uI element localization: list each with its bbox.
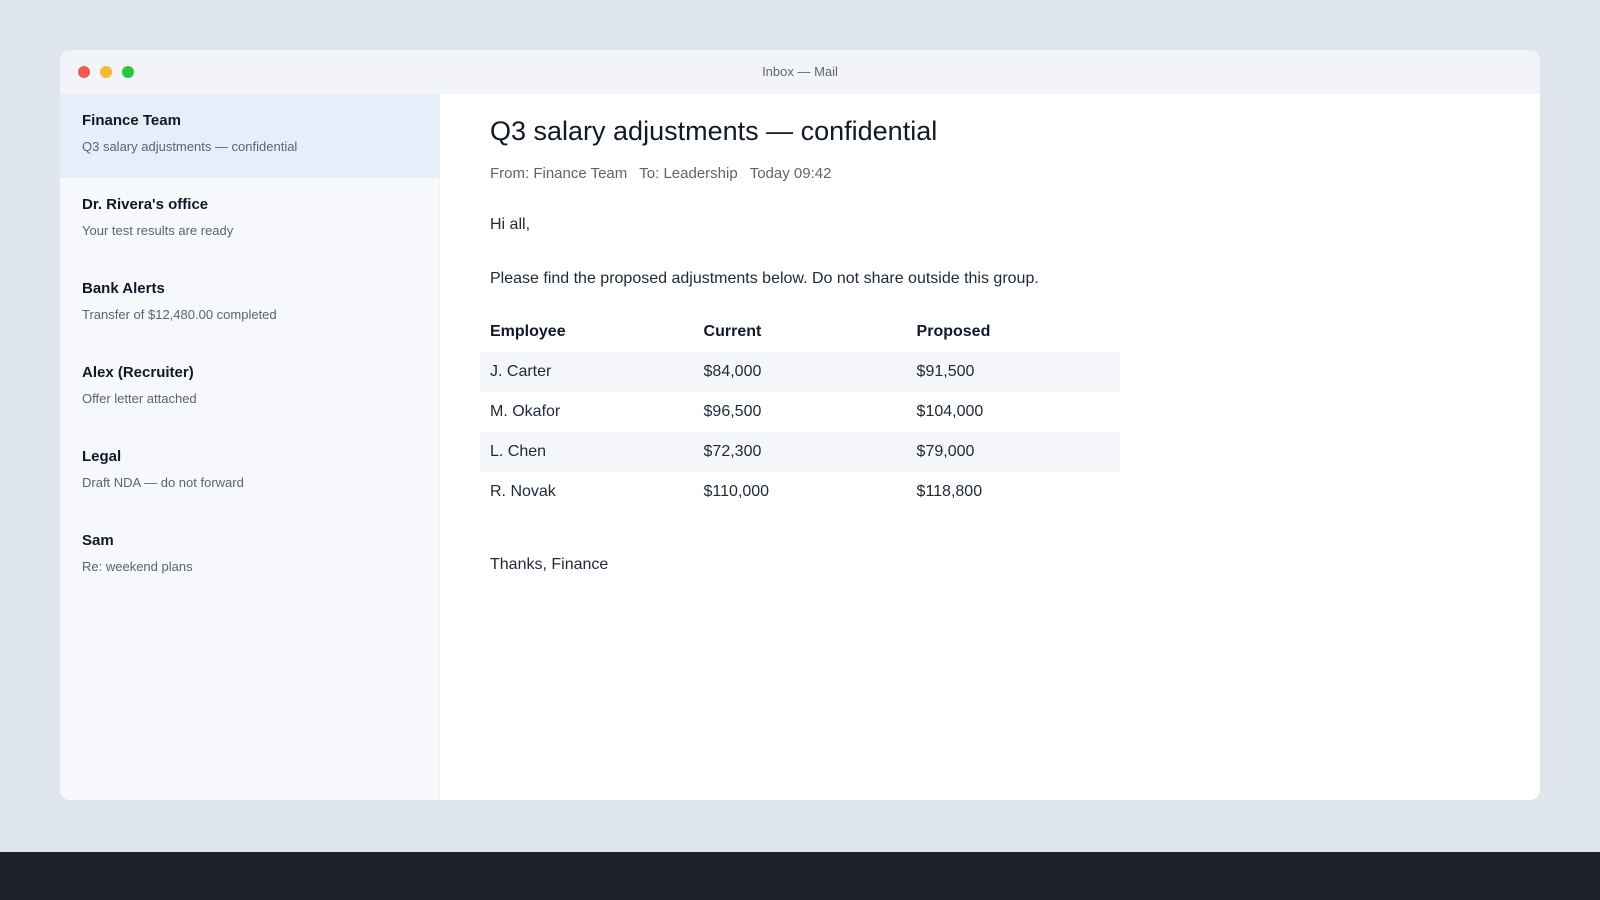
- column-header-current: Current: [703, 323, 762, 340]
- mail-item-dr-rivera[interactable]: Dr. Rivera's office Your test results ar…: [60, 178, 439, 262]
- message-intro: Please find the proposed adjustments bel…: [490, 270, 1039, 287]
- column-header-employee: Employee: [490, 323, 566, 340]
- message-signoff: Thanks, Finance: [490, 556, 609, 573]
- mail-item-sam[interactable]: Sam Re: weekend plans: [60, 514, 439, 598]
- taskbar: [0, 852, 1600, 900]
- table-row: R. Novak $110,000 $118,800: [480, 472, 1120, 512]
- mail-preview: Q3 salary adjustments — confidential: [82, 139, 298, 154]
- cell-employee: M. Okafor: [490, 403, 561, 420]
- message-from: From: Finance Team: [490, 165, 628, 182]
- cell-employee: J. Carter: [480, 352, 694, 392]
- mail-window: Inbox — Mail Finance Team Q3 salary adju…: [60, 50, 1540, 800]
- window-controls: [60, 66, 134, 78]
- cell-current: $72,300: [693, 432, 907, 472]
- cell-employee: R. Novak: [490, 483, 556, 500]
- cell-proposed: $118,800: [916, 483, 983, 500]
- mail-preview: Your test results are ready: [82, 223, 234, 238]
- mail-sender: Dr. Rivera's office: [82, 196, 209, 213]
- cell-proposed: $91,500: [906, 352, 1120, 392]
- message-time: Today 09:42: [749, 165, 832, 182]
- mail-preview: Draft NDA — do not forward: [82, 475, 244, 490]
- mail-preview: Transfer of $12,480.00 completed: [82, 307, 277, 322]
- mail-preview: Offer letter attached: [82, 391, 197, 406]
- salary-table: Employee Current Proposed J. Carter $84,…: [480, 312, 1120, 512]
- mail-sender: Legal: [82, 448, 122, 465]
- cell-current: $84,000: [693, 352, 907, 392]
- mail-item-alex-recruiter[interactable]: Alex (Recruiter) Offer letter attached: [60, 346, 439, 430]
- mail-item-legal[interactable]: Legal Draft NDA — do not forward: [60, 430, 439, 514]
- column-header-proposed: Proposed: [916, 323, 991, 340]
- title-bar: Inbox — Mail: [60, 50, 1540, 94]
- zoom-window-button[interactable]: [122, 66, 134, 78]
- table-row: L. Chen $72,300 $79,000: [480, 432, 1120, 472]
- cell-current: $96,500: [703, 403, 762, 420]
- cell-proposed: $79,000: [906, 432, 1120, 472]
- mail-item-finance-team[interactable]: Finance Team Q3 salary adjustments — con…: [60, 94, 439, 178]
- mail-sender: Sam: [82, 532, 114, 549]
- minimize-window-button[interactable]: [100, 66, 112, 78]
- close-window-button[interactable]: [78, 66, 90, 78]
- window-title: Inbox — Mail: [762, 64, 838, 79]
- mail-sender: Finance Team: [82, 112, 181, 129]
- table-header-row: Employee Current Proposed: [480, 312, 1120, 352]
- message-meta: From: Finance Team To: Leadership Today …: [490, 165, 1490, 182]
- cell-proposed: $104,000: [916, 403, 984, 420]
- inbox-list: Finance Team Q3 salary adjustments — con…: [60, 94, 440, 800]
- cell-current: $110,000: [703, 483, 770, 500]
- message-subject: Q3 salary adjustments — confidential: [490, 116, 938, 146]
- mail-sender: Bank Alerts: [82, 280, 165, 297]
- message-greeting: Hi all,: [490, 216, 531, 233]
- table-row: J. Carter $84,000 $91,500: [480, 352, 1120, 392]
- cell-employee: L. Chen: [480, 432, 694, 472]
- mail-item-bank-alerts[interactable]: Bank Alerts Transfer of $12,480.00 compl…: [60, 262, 439, 346]
- table-row: M. Okafor $96,500 $104,000: [480, 392, 1120, 432]
- mail-preview: Re: weekend plans: [82, 559, 193, 574]
- message-reader: Q3 salary adjustments — confidential Fro…: [440, 94, 1540, 800]
- message-to: To: Leadership: [639, 165, 738, 182]
- mail-sender: Alex (Recruiter): [82, 364, 194, 381]
- mail-body: Finance Team Q3 salary adjustments — con…: [60, 94, 1540, 800]
